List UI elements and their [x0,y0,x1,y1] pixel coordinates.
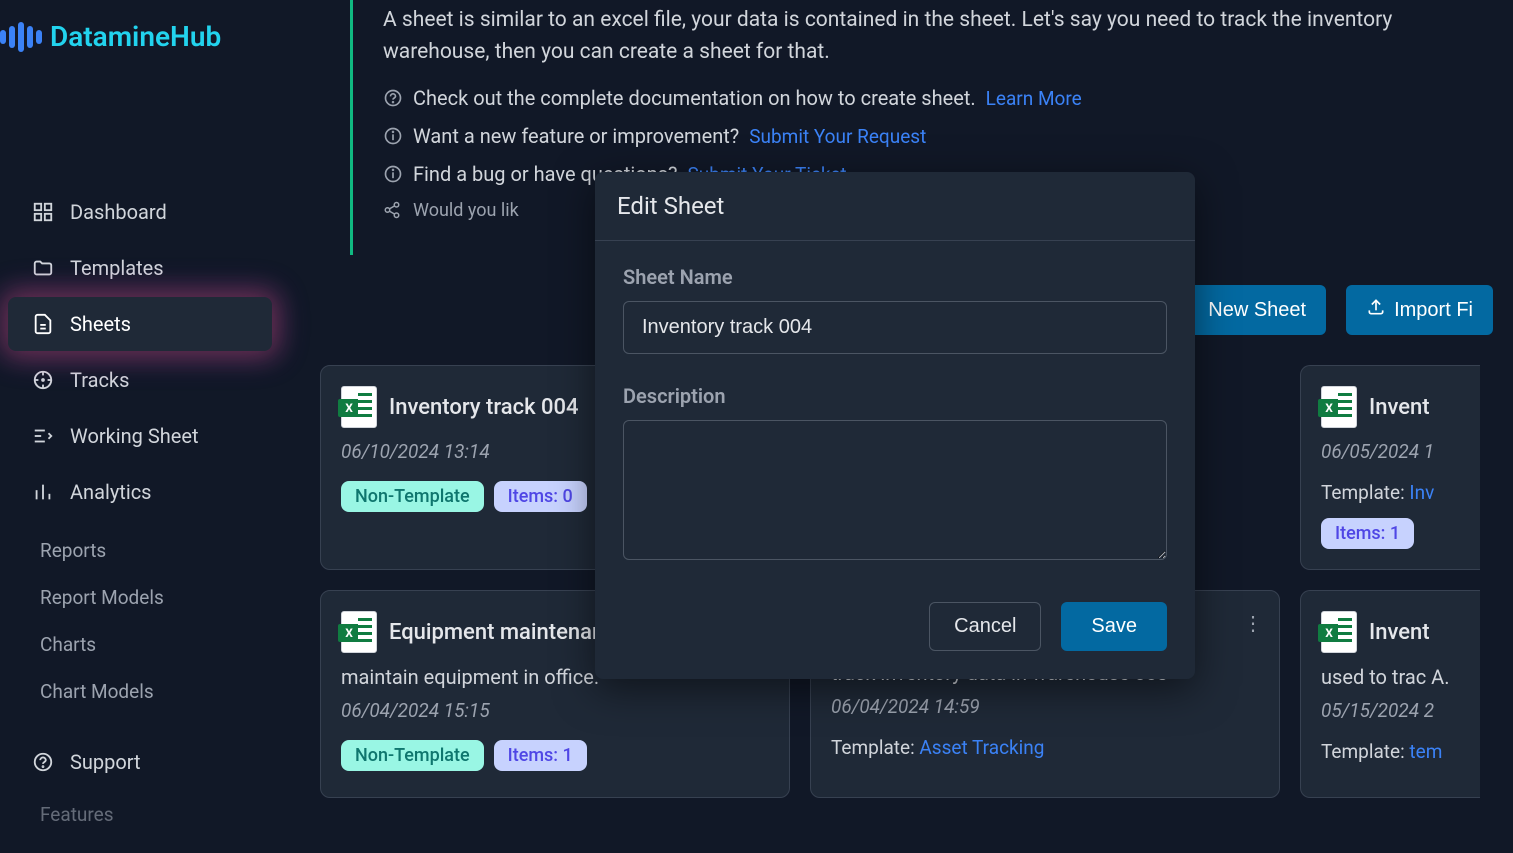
card-title: Invent [1369,395,1430,420]
sidebar-item-label: Templates [70,256,164,280]
info-icon [383,164,403,184]
sidebar-item-sheets[interactable]: Sheets [8,297,272,351]
intro-line-text: Want a new feature or improvement? [413,124,739,148]
card-date: 05/15/2024 2 [1321,699,1460,722]
sidebar-item-support[interactable]: Support [8,735,272,789]
template-label: Template: [831,736,915,759]
sheet-card[interactable]: Invent used to trac A. 05/15/2024 2 Temp… [1300,590,1480,798]
template-link[interactable]: Inv [1409,481,1434,504]
submit-request-link[interactable]: Submit Your Request [749,125,926,148]
brand-name: DatamineHub [50,20,221,53]
excel-icon [341,611,377,653]
sidebar-item-label: Sheets [70,312,131,336]
info-icon [383,126,403,146]
sidebar-item-analytics[interactable]: Analytics [8,465,272,519]
sidebar-item-label: Support [70,750,141,774]
brand-logo[interactable]: DatamineHub [0,20,280,83]
flow-icon [32,425,54,447]
sidebar-item-templates[interactable]: Templates [8,241,272,295]
items-badge: Items: 1 [494,740,587,771]
card-date: 06/04/2024 15:15 [341,699,769,722]
card-title: Equipment maintenanc [389,620,616,645]
sheet-card[interactable]: Invent 06/05/2024 1 Template: Inv Items:… [1300,365,1480,570]
sidebar-item-tracks[interactable]: Tracks [8,353,272,407]
intro-line-feature: Want a new feature or improvement? Submi… [383,124,1493,148]
description-textarea[interactable] [623,420,1167,560]
excel-icon [341,386,377,428]
sidebar-sub-reports[interactable]: Reports [0,527,280,574]
items-badge: Items: 1 [1321,518,1414,549]
card-title: Inventory track 004 [389,395,579,420]
file-icon [32,313,54,335]
sidebar-sub-report-models[interactable]: Report Models [0,574,280,621]
sidebar-item-dashboard[interactable]: Dashboard [8,185,272,239]
template-label: Template: [1321,481,1405,504]
non-template-badge: Non-Template [341,740,484,771]
template-link[interactable]: tem [1409,740,1442,763]
sidebar-item-working-sheet[interactable]: Working Sheet [8,409,272,463]
cancel-button[interactable]: Cancel [929,602,1041,651]
upload-icon [1366,297,1386,323]
button-label: Import Fi [1394,299,1473,322]
card-menu-button[interactable]: ⋮ [1243,611,1263,635]
items-badge: Items: 0 [494,481,587,512]
button-label: New Sheet [1208,299,1306,322]
edit-sheet-modal: Edit Sheet Sheet Name Description Cancel… [595,172,1195,679]
card-title: Invent [1369,620,1430,645]
intro-line-text: Would you lik [413,200,519,221]
modal-title: Edit Sheet [595,172,1195,241]
target-icon [32,369,54,391]
sidebar-item-label: Tracks [70,368,129,392]
sidebar: DatamineHub Dashboard Templates Sheets T… [0,0,280,853]
template-label: Template: [1321,740,1405,763]
intro-line-docs: Check out the complete documentation on … [383,86,1493,110]
template-link[interactable]: Asset Tracking [919,736,1044,759]
share-icon [383,201,403,221]
sheet-name-label: Sheet Name [623,265,1167,289]
import-file-button[interactable]: Import Fi [1346,285,1493,335]
logo-bars-icon [0,22,42,52]
intro-line-text: Check out the complete documentation on … [413,86,976,110]
sidebar-item-label: Analytics [70,480,152,504]
card-date: 06/04/2024 14:59 [831,695,1259,718]
excel-icon [1321,386,1357,428]
card-date: 06/05/2024 1 [1321,440,1460,463]
grid-icon [32,201,54,223]
sidebar-item-label: Working Sheet [70,424,199,448]
learn-more-link[interactable]: Learn More [986,87,1082,110]
sidebar-sub-chart-models[interactable]: Chart Models [0,668,280,715]
description-label: Description [623,384,1167,408]
sidebar-sub-charts[interactable]: Charts [0,621,280,668]
sidebar-item-label: Dashboard [70,200,167,224]
bar-chart-icon [32,481,54,503]
sidebar-sub-features[interactable]: Features [0,791,280,838]
save-button[interactable]: Save [1061,602,1167,651]
help-icon [32,751,54,773]
intro-text: A sheet is similar to an excel file, you… [383,5,1493,68]
folder-icon [32,257,54,279]
excel-icon [1321,611,1357,653]
sheet-name-input[interactable] [623,301,1167,354]
help-circle-icon [383,88,403,108]
new-sheet-button[interactable]: New Sheet [1188,285,1326,335]
card-desc: used to trac A. [1321,665,1460,689]
non-template-badge: Non-Template [341,481,484,512]
